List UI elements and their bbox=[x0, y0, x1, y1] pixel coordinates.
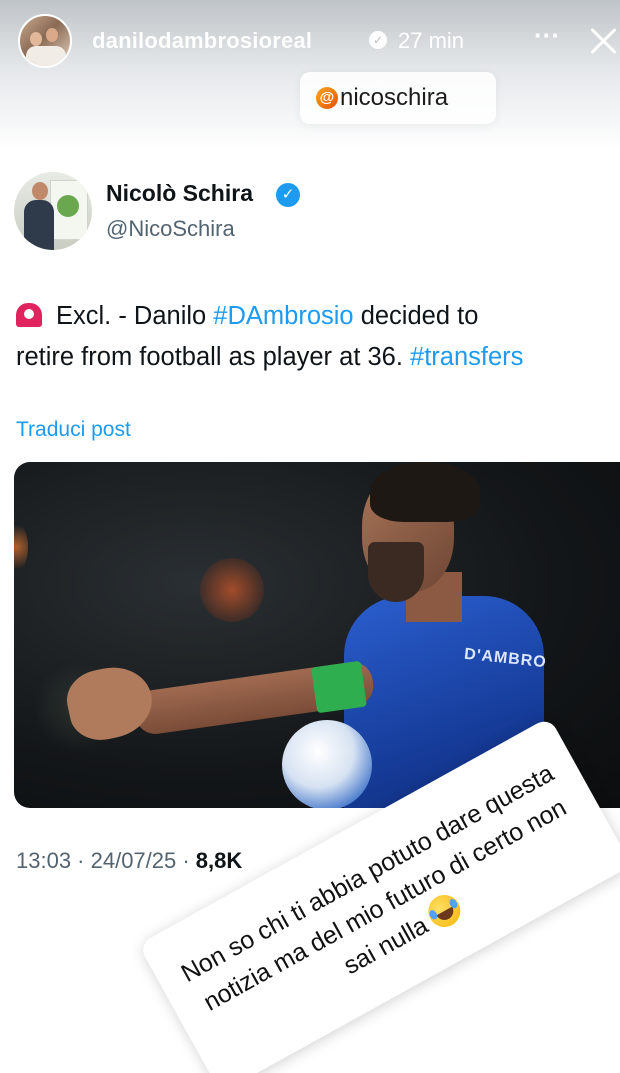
story-timestamp: 27 min bbox=[398, 28, 465, 53]
photo-bokeh bbox=[14, 522, 28, 572]
photo-football bbox=[282, 720, 372, 808]
tweet-timestamp: 13:03 · 24/07/25 · bbox=[16, 848, 196, 873]
close-icon[interactable] bbox=[588, 22, 620, 58]
story-username[interactable]: danilodambrosioreal bbox=[92, 28, 312, 54]
story-avatar[interactable] bbox=[18, 14, 72, 68]
avatar-background-board bbox=[50, 180, 88, 240]
translate-post-link[interactable]: Traduci post bbox=[16, 418, 131, 442]
tweet-author-avatar[interactable] bbox=[14, 172, 92, 250]
avatar-face bbox=[46, 28, 58, 42]
tweet-metadata: 13:03 · 24/07/25 · 8,8K bbox=[16, 848, 242, 874]
tweet-text-segment: decided to bbox=[353, 302, 479, 330]
tweet-text-segment: retire from football as player at 36. bbox=[16, 343, 411, 371]
avatar-face bbox=[30, 32, 42, 46]
hashtag-link[interactable]: #DAmbrosio bbox=[213, 302, 353, 330]
reply-line: notizia ma del mio futuro di certo non bbox=[198, 793, 572, 1017]
tweet-author-name[interactable]: Nicolò Schira bbox=[106, 180, 253, 207]
tweet-author-handle[interactable]: @NicoSchira bbox=[106, 216, 235, 242]
photo-captain-armband bbox=[311, 660, 367, 714]
photo-bokeh bbox=[200, 558, 264, 622]
avatar-figure bbox=[26, 46, 66, 66]
avatar-person-body bbox=[24, 200, 54, 250]
mention-sticker[interactable]: @ nicoschira bbox=[300, 72, 496, 124]
avatar-person-head bbox=[32, 182, 48, 200]
hashtag-link[interactable]: #transfers bbox=[410, 343, 523, 371]
at-sign-icon: @ bbox=[316, 87, 338, 109]
tweet-text: Excl. - Danilo #DAmbrosio decided to reti… bbox=[16, 296, 620, 378]
mention-username: nicoschira bbox=[340, 84, 449, 111]
tweet-view-count: 8,8K bbox=[195, 848, 243, 873]
photo-player-hair bbox=[370, 462, 480, 522]
verified-badge-icon: ✓ bbox=[369, 31, 387, 49]
more-horizontal-icon[interactable]: ··· bbox=[532, 22, 562, 54]
verified-check-icon: ✓ bbox=[276, 183, 300, 207]
photo-player-beard bbox=[368, 542, 424, 602]
tweet-text-segment: Excl. - Danilo bbox=[56, 302, 214, 330]
siren-icon bbox=[16, 303, 42, 327]
